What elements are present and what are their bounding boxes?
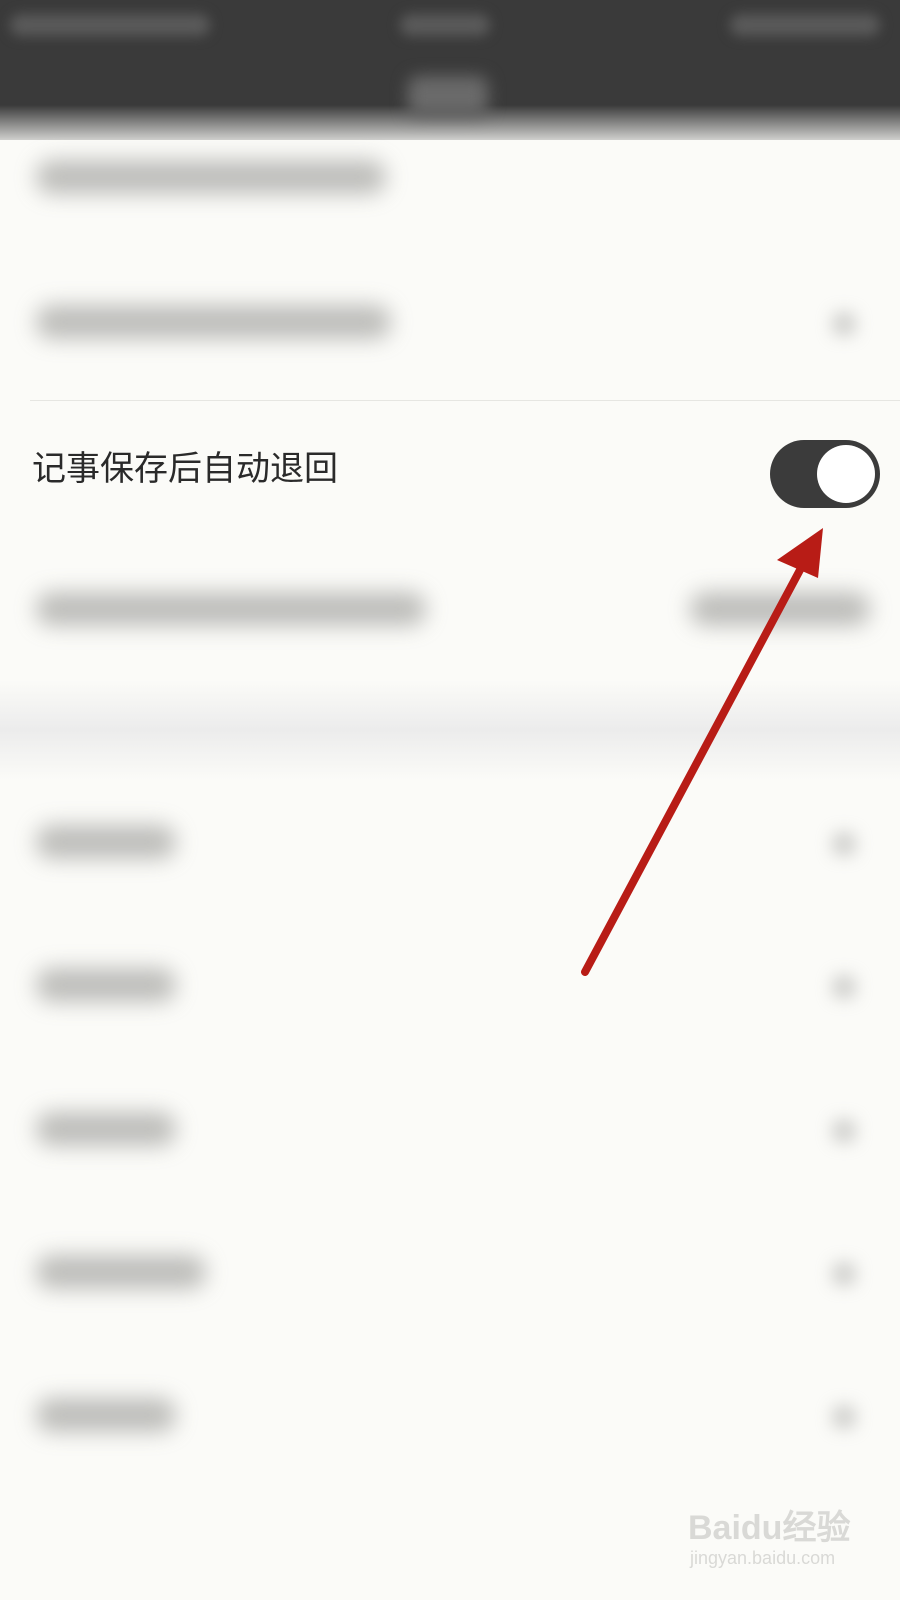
baidu-jingyan-watermark: Baidu经验 jingyan.baidu.com <box>688 1500 888 1580</box>
watermark-url: jingyan.baidu.com <box>690 1548 836 1568</box>
watermark-brand: Baidu经验 <box>688 1509 851 1547</box>
annotation-arrow <box>581 528 823 976</box>
annotation-arrow-shaft <box>581 551 812 976</box>
